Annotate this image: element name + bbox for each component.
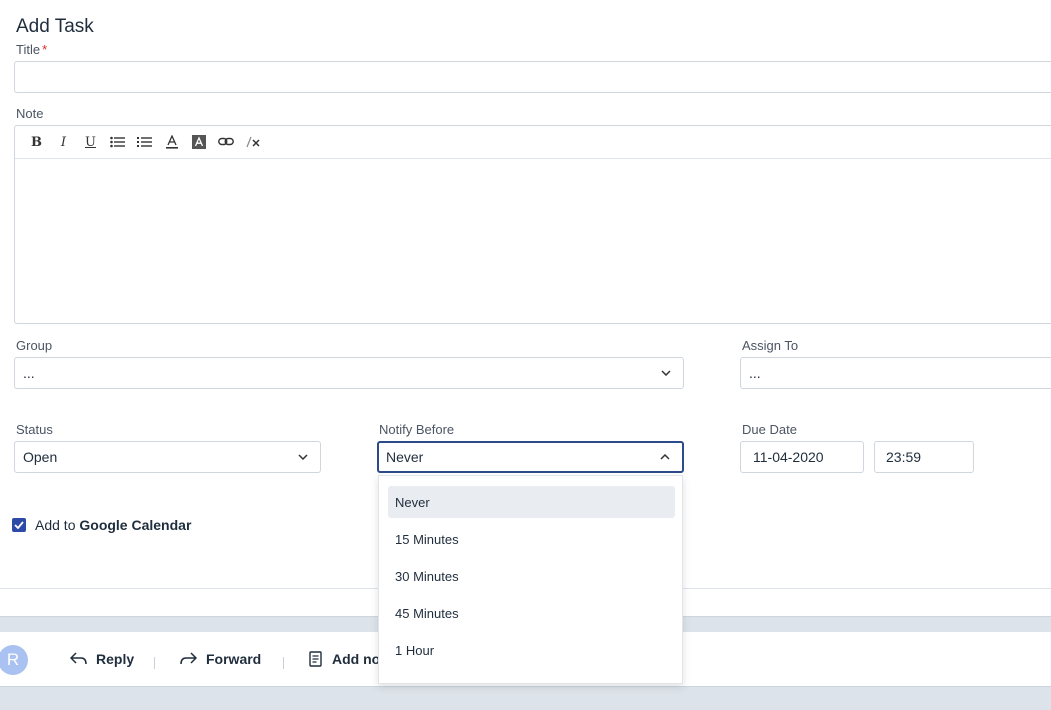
- italic-button[interactable]: I: [50, 131, 77, 153]
- chevron-down-icon: [659, 366, 673, 380]
- title-label: Title *: [16, 42, 48, 57]
- background-color-button[interactable]: [185, 131, 212, 153]
- footer-strip-bottom: [0, 686, 1051, 710]
- note-editor[interactable]: [14, 158, 1051, 324]
- page-title: Add Task: [16, 16, 94, 37]
- assign-value: ...: [749, 365, 761, 381]
- add-note-button[interactable]: Add no: [309, 651, 380, 667]
- note-icon: [309, 651, 322, 667]
- bulleted-list-icon: [110, 136, 125, 148]
- checkmark-icon: [14, 521, 24, 529]
- due-date-input[interactable]: 11-04-2020: [740, 441, 864, 473]
- title-input[interactable]: [14, 61, 1051, 93]
- notify-select[interactable]: Never: [377, 441, 684, 473]
- google-calendar-label: Add to Google Calendar: [35, 517, 192, 533]
- status-value: Open: [23, 449, 58, 465]
- link-icon: [217, 137, 234, 146]
- bold-button[interactable]: B: [23, 131, 50, 153]
- notify-dropdown: Never 15 Minutes 30 Minutes 45 Minutes 1…: [378, 475, 683, 684]
- due-date-value: 11-04-2020: [753, 449, 824, 465]
- group-select[interactable]: ...: [14, 357, 684, 389]
- note-label: Note: [16, 106, 44, 121]
- due-time-value: 23:59: [886, 449, 922, 465]
- group-value: ...: [23, 365, 35, 381]
- dropdown-option[interactable]: 30 Minutes: [388, 560, 675, 592]
- numbered-list-button[interactable]: [131, 131, 158, 153]
- clear-format-icon: [245, 136, 260, 148]
- chevron-down-icon: [296, 450, 310, 464]
- editor-toolbar: B I U: [14, 125, 1051, 159]
- numbered-list-icon: [137, 137, 152, 147]
- google-calendar-checkbox[interactable]: [12, 518, 26, 532]
- required-mark: *: [42, 42, 48, 57]
- action-separator: [283, 657, 284, 669]
- text-color-button[interactable]: [158, 131, 185, 153]
- assign-select[interactable]: ...: [740, 357, 1051, 389]
- dropdown-option[interactable]: 45 Minutes: [388, 597, 675, 629]
- due-time-input[interactable]: 23:59: [874, 441, 974, 473]
- due-date-label: Due Date: [742, 422, 797, 437]
- group-label: Group: [16, 338, 53, 353]
- bulleted-list-button[interactable]: [104, 131, 131, 153]
- avatar: R: [0, 645, 28, 675]
- chevron-up-icon: [658, 450, 672, 464]
- status-label: Status: [16, 422, 53, 437]
- notify-value: Never: [386, 449, 424, 465]
- assign-label: Assign To: [742, 338, 799, 353]
- reply-icon: [70, 652, 87, 665]
- underline-button[interactable]: U: [77, 131, 104, 153]
- dropdown-option[interactable]: Never: [388, 486, 675, 518]
- text-color-icon: [165, 135, 178, 149]
- link-button[interactable]: [212, 131, 239, 153]
- dropdown-option[interactable]: 15 Minutes: [388, 523, 675, 555]
- dropdown-option[interactable]: 1 Hour: [388, 634, 675, 666]
- clear-format-button[interactable]: [239, 131, 266, 153]
- notify-label: Notify Before: [379, 422, 455, 437]
- action-separator: [154, 657, 155, 669]
- status-select[interactable]: Open: [14, 441, 321, 473]
- forward-icon: [180, 652, 197, 665]
- reply-button[interactable]: Reply: [70, 651, 134, 667]
- background-color-icon: [191, 135, 206, 149]
- forward-button[interactable]: Forward: [180, 651, 261, 667]
